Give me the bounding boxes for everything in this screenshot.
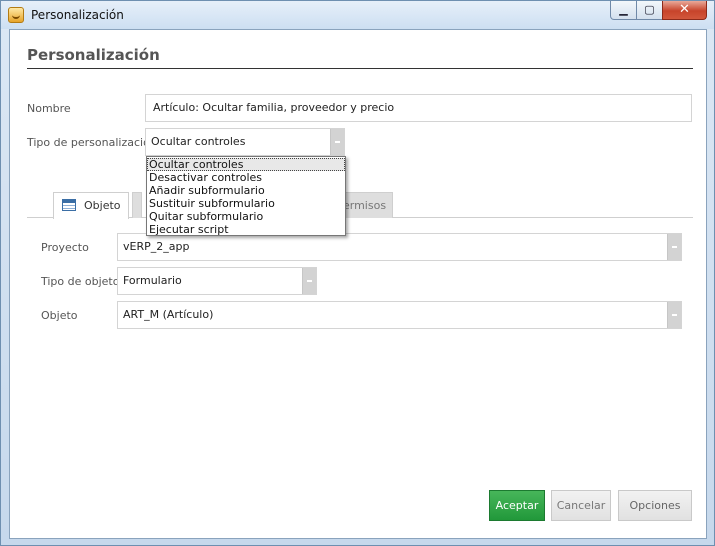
minimize-button[interactable]: ▁ — [610, 1, 637, 20]
panel-title: Personalización — [27, 46, 160, 64]
tab-objeto-label: Objeto — [84, 199, 121, 212]
tab-objeto[interactable]: Objeto — [53, 192, 129, 219]
tipo-objeto-select[interactable]: Formulario — [117, 267, 317, 295]
tipo-personalizacion-dropdown: Ocultar controles Desactivar controles A… — [146, 156, 346, 236]
tipo-personalizacion-select[interactable]: Ocultar controles — [145, 128, 345, 156]
opciones-button[interactable]: Opciones — [618, 490, 692, 521]
tipo-objeto-label: Tipo de objeto — [41, 275, 120, 288]
close-button[interactable]: ✕ — [662, 1, 707, 20]
tab-hidden[interactable] — [132, 192, 142, 218]
dialog-window: Personalización ▁ ▢ ✕ Personalización No… — [0, 0, 715, 546]
proyecto-dropdown-button[interactable] — [667, 234, 681, 260]
dropdown-option[interactable]: Sustituir subformulario — [147, 197, 345, 210]
tipo-personalizacion-label: Tipo de personalización — [27, 136, 157, 149]
proyecto-value: vERP_2_app — [123, 240, 190, 253]
dropdown-option[interactable]: Añadir subformulario — [147, 184, 345, 197]
table-icon — [62, 199, 76, 211]
nombre-label: Nombre — [27, 102, 71, 115]
title-bar[interactable]: Personalización ▁ ▢ ✕ — [1, 1, 714, 29]
aceptar-button[interactable]: Aceptar — [489, 490, 545, 521]
objeto-value: ART_M (Artículo) — [123, 308, 214, 321]
dropdown-option[interactable]: Ejecutar script — [147, 223, 345, 236]
dropdown-option[interactable]: Quitar subformulario — [147, 210, 345, 223]
dropdown-option[interactable]: Desactivar controles — [147, 171, 345, 184]
app-icon — [8, 7, 24, 23]
dropdown-option[interactable]: Ocultar controles — [147, 158, 345, 171]
tipo-personalizacion-value: Ocultar controles — [151, 135, 246, 148]
dropdown-button[interactable] — [330, 129, 344, 155]
window-title: Personalización — [31, 8, 124, 22]
cancelar-button[interactable]: Cancelar — [551, 490, 611, 521]
title-divider — [27, 68, 693, 69]
proyecto-label: Proyecto — [41, 241, 89, 254]
tipo-objeto-dropdown-button[interactable] — [302, 268, 316, 294]
objeto-dropdown-button[interactable] — [667, 302, 681, 328]
dialog-body: Personalización Nombre Artículo: Ocultar… — [9, 29, 707, 539]
maximize-button[interactable]: ▢ — [636, 1, 663, 20]
tipo-objeto-value: Formulario — [123, 274, 182, 287]
proyecto-select[interactable]: vERP_2_app — [117, 233, 682, 261]
objeto-select[interactable]: ART_M (Artículo) — [117, 301, 682, 329]
objeto-label: Objeto — [41, 309, 78, 322]
nombre-input[interactable]: Artículo: Ocultar familia, proveedor y p… — [145, 94, 692, 122]
